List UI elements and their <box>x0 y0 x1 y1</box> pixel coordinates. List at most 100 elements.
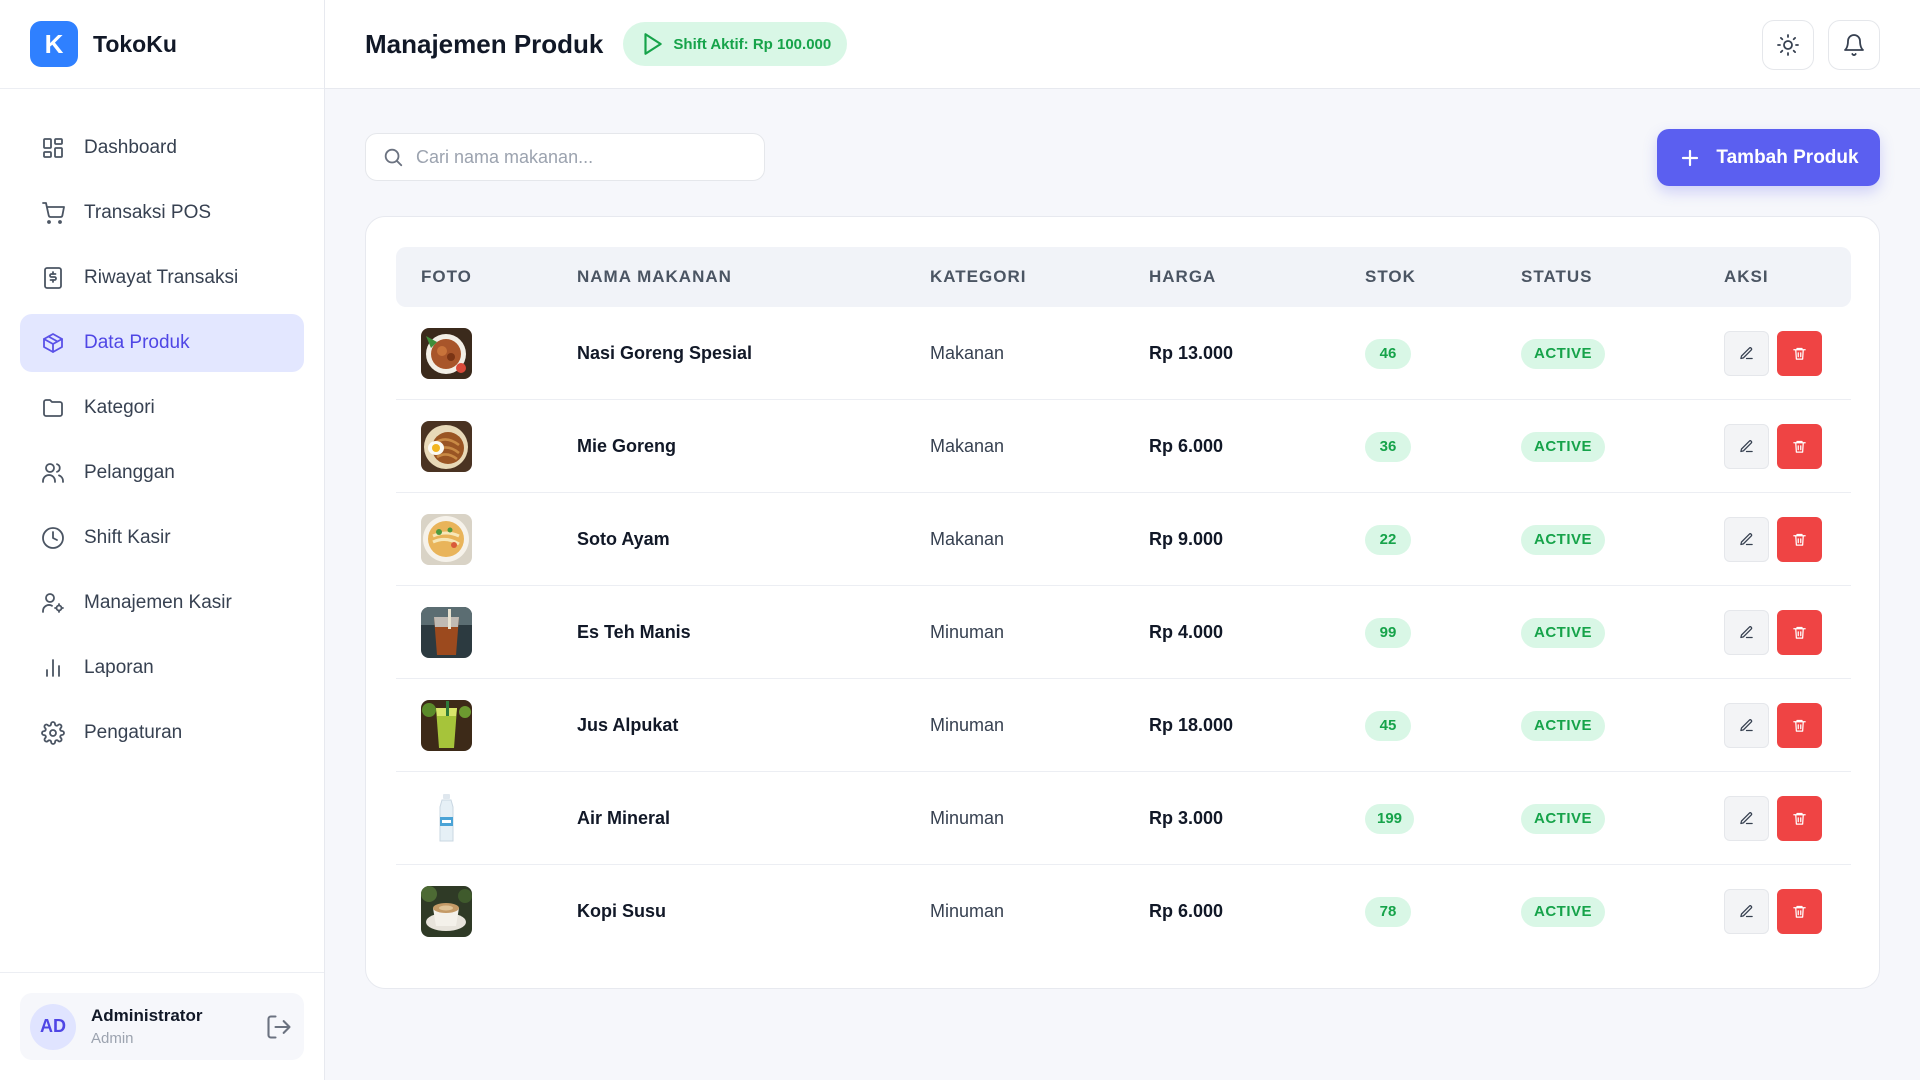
status-badge: ACTIVE <box>1521 617 1606 648</box>
stock-badge: 99 <box>1365 617 1411 648</box>
sidebar-item-pengaturan[interactable]: Pengaturan <box>20 704 304 762</box>
user-info: Administrator Admin <box>91 1006 264 1047</box>
search-icon <box>384 148 403 167</box>
sidebar-item-transaksi-pos[interactable]: Transaksi POS <box>20 184 304 242</box>
sidebar-item-label: Transaksi POS <box>84 202 212 223</box>
edit-icon <box>1740 533 1753 546</box>
clock-icon <box>40 525 66 551</box>
product-category: Minuman <box>930 715 1005 735</box>
sidebar-item-label: Data Produk <box>84 332 190 353</box>
trash-icon <box>1793 812 1806 825</box>
delete-button[interactable] <box>1777 703 1822 748</box>
sidebar-item-laporan[interactable]: Laporan <box>20 639 304 697</box>
add-product-button[interactable]: Tambah Produk <box>1657 129 1880 186</box>
avatar: AD <box>30 1003 76 1050</box>
column-header-harga: HARGA <box>1149 267 1217 286</box>
delete-button[interactable] <box>1777 796 1822 841</box>
theme-toggle-button[interactable] <box>1762 20 1814 70</box>
delete-button[interactable] <box>1777 424 1822 469</box>
edit-icon <box>1740 626 1753 639</box>
search-input[interactable] <box>416 146 736 168</box>
edit-icon <box>1740 719 1753 732</box>
table-row: Jus Alpukat Minuman Rp 18.000 45 ACTIVE <box>396 679 1851 772</box>
box-icon <box>40 330 66 356</box>
product-name: Mie Goreng <box>577 436 677 456</box>
status-badge: ACTIVE <box>1521 710 1606 741</box>
table-header: FOTO NAMA MAKANAN KATEGORI HARGA STOK ST… <box>396 247 1851 307</box>
product-price: Rp 9.000 <box>1149 529 1224 549</box>
edit-button[interactable] <box>1724 610 1769 655</box>
sidebar-item-dashboard[interactable]: Dashboard <box>20 119 304 177</box>
delete-button[interactable] <box>1777 331 1822 376</box>
stock-badge: 36 <box>1365 431 1411 462</box>
page-title: Manajemen Produk <box>365 28 604 59</box>
sidebar-item-riwayat-transaksi[interactable]: Riwayat Transaksi <box>20 249 304 307</box>
stock-badge: 45 <box>1365 710 1411 741</box>
status-badge: ACTIVE <box>1521 431 1606 462</box>
edit-button[interactable] <box>1724 331 1769 376</box>
sidebar-item-label: Riwayat Transaksi <box>84 267 239 288</box>
product-price: Rp 18.000 <box>1149 715 1234 735</box>
column-header-status: STATUS <box>1521 267 1593 286</box>
product-price: Rp 6.000 <box>1149 901 1224 921</box>
sidebar-item-label: Dashboard <box>84 137 177 158</box>
stock-badge: 78 <box>1365 896 1411 927</box>
product-category: Minuman <box>930 622 1005 642</box>
user-gear-icon <box>40 590 66 616</box>
trash-icon <box>1793 626 1806 639</box>
delete-button[interactable] <box>1777 610 1822 655</box>
product-name: Soto Ayam <box>577 529 670 549</box>
notifications-button[interactable] <box>1828 20 1880 70</box>
product-category: Makanan <box>930 343 1005 363</box>
table-row: Air Mineral Minuman Rp 3.000 199 ACTIVE <box>396 772 1851 865</box>
sidebar-item-data-produk[interactable]: Data Produk <box>20 314 304 372</box>
shift-badge-text: Shift Aktif: Rp 100.000 <box>673 35 832 53</box>
product-price: Rp 6.000 <box>1149 436 1224 456</box>
table-row: Soto Ayam Makanan Rp 9.000 22 ACTIVE <box>396 493 1851 586</box>
status-badge: ACTIVE <box>1521 338 1606 369</box>
bar-chart-icon <box>40 655 66 681</box>
trash-icon <box>1793 533 1806 546</box>
logout-button[interactable] <box>264 1012 294 1042</box>
bell-icon <box>1844 34 1864 56</box>
brand-name[interactable]: TokoKu <box>93 31 177 58</box>
product-photo-coffee <box>421 886 472 937</box>
product-photo-iced-tea <box>421 607 472 658</box>
product-category: Minuman <box>930 901 1005 921</box>
product-photo-fried-noodles <box>421 421 472 472</box>
plus-icon <box>1682 149 1699 166</box>
header-actions <box>1762 20 1880 70</box>
logout-icon <box>267 1014 291 1039</box>
top-header: Manajemen Produk Shift Aktif: Rp 100.000 <box>325 0 1920 89</box>
trash-icon <box>1793 719 1806 732</box>
brand: K TokoKu <box>0 0 324 89</box>
edit-button[interactable] <box>1724 517 1769 562</box>
edit-button[interactable] <box>1724 424 1769 469</box>
edit-button[interactable] <box>1724 796 1769 841</box>
sidebar-item-manajemen-kasir[interactable]: Manajemen Kasir <box>20 574 304 632</box>
product-name: Air Mineral <box>577 808 671 828</box>
edit-button[interactable] <box>1724 889 1769 934</box>
folder-icon <box>40 395 66 421</box>
sidebar-item-label: Pelanggan <box>84 462 175 483</box>
receipt-icon <box>40 265 66 291</box>
brand-logo[interactable]: K <box>30 21 78 67</box>
sidebar-item-pelanggan[interactable]: Pelanggan <box>20 444 304 502</box>
sidebar-item-label: Shift Kasir <box>84 527 171 548</box>
delete-button[interactable] <box>1777 517 1822 562</box>
delete-button[interactable] <box>1777 889 1822 934</box>
product-category: Minuman <box>930 808 1005 828</box>
product-category: Makanan <box>930 436 1005 456</box>
add-product-label: Tambah Produk <box>1716 146 1859 168</box>
sidebar-item-kategori[interactable]: Kategori <box>20 379 304 437</box>
edit-button[interactable] <box>1724 703 1769 748</box>
column-header-stok: STOK <box>1365 267 1416 286</box>
status-badge: ACTIVE <box>1521 524 1606 555</box>
play-icon <box>644 33 663 55</box>
dashboard-icon <box>40 135 66 161</box>
table-row: Mie Goreng Makanan Rp 6.000 36 ACTIVE <box>396 400 1851 493</box>
sidebar-item-shift-kasir[interactable]: Shift Kasir <box>20 509 304 567</box>
column-header-foto: FOTO <box>421 267 472 286</box>
user-card: AD Administrator Admin <box>20 993 304 1060</box>
product-name: Jus Alpukat <box>577 715 679 735</box>
